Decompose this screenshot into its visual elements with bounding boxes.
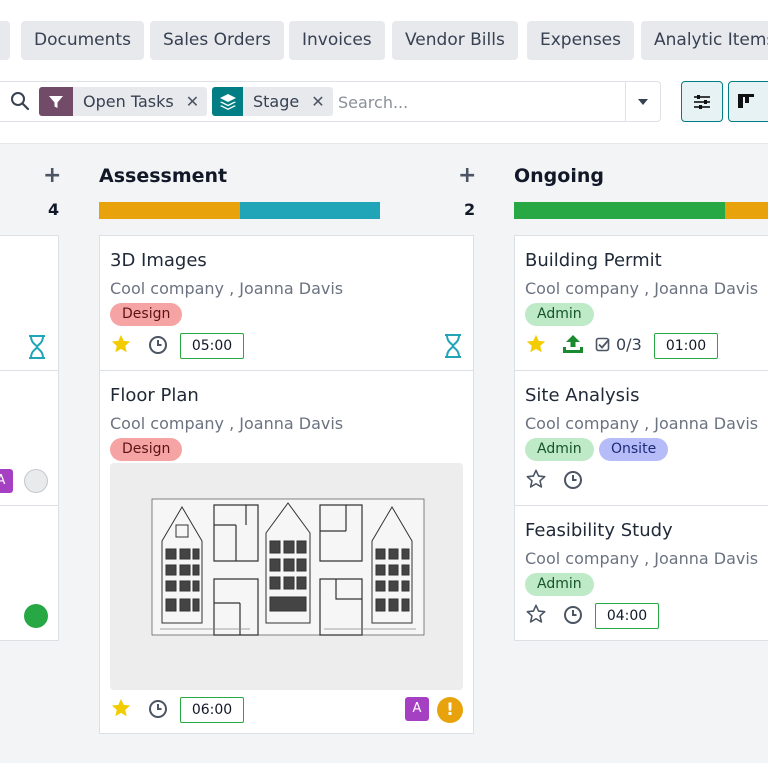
documents-button[interactable]: Documents	[21, 21, 144, 60]
card-title: Feasibility Study	[525, 520, 673, 541]
search-icon[interactable]	[10, 91, 30, 111]
tag-design: Design	[110, 303, 183, 326]
hourglass-icon[interactable]	[26, 334, 48, 360]
avatar[interactable]: A	[0, 469, 13, 493]
caret-down-icon	[638, 98, 648, 105]
column-count: 4	[48, 200, 60, 219]
kanban-icon	[738, 93, 754, 108]
card-title: 3D Images	[110, 250, 207, 271]
star-outline-icon[interactable]	[525, 603, 547, 625]
kanban-view-button[interactable]	[728, 81, 768, 122]
card-title: Building Permit	[525, 250, 662, 271]
clock-icon[interactable]	[563, 605, 583, 625]
layers-icon	[212, 87, 243, 116]
star-icon[interactable]	[110, 697, 132, 719]
tag-admin: Admin	[525, 573, 594, 596]
priority-warning-icon[interactable]: !	[437, 697, 463, 723]
clock-icon[interactable]	[148, 699, 168, 719]
checkbox-icon	[595, 337, 610, 352]
filter-icon	[39, 87, 73, 116]
sliders-icon	[694, 94, 710, 109]
nav-button-partial[interactable]	[0, 21, 10, 60]
time-badge: 06:00	[180, 697, 244, 723]
settings-toggle-button[interactable]	[681, 81, 723, 122]
kanban-card[interactable]	[0, 235, 59, 371]
card-subtitle: Cool company , Joanna Davis	[110, 414, 344, 433]
star-icon[interactable]	[525, 333, 547, 355]
sales-orders-button[interactable]: Sales Orders	[150, 21, 284, 60]
subtask-count[interactable]: 0/3	[616, 335, 642, 354]
kanban-card[interactable]: A	[0, 370, 59, 506]
tag-admin: Admin	[525, 438, 594, 461]
card-subtitle: Cool company , Joanna Davis	[525, 279, 759, 298]
status-dot[interactable]	[24, 604, 48, 628]
facet-label: Stage	[253, 92, 300, 111]
invoices-button[interactable]: Invoices	[289, 21, 385, 60]
progress-segment[interactable]	[99, 202, 240, 219]
progress-segment[interactable]	[240, 202, 380, 219]
clock-icon[interactable]	[148, 335, 168, 355]
close-icon[interactable]: ✕	[311, 87, 324, 116]
card-subtitle: Cool company , Joanna Davis	[525, 414, 759, 433]
search-input[interactable]	[338, 88, 618, 116]
facet-label: Open Tasks	[83, 92, 174, 111]
hourglass-icon[interactable]	[442, 333, 464, 359]
facet-stage[interactable]: Stage ✕	[212, 87, 333, 116]
analytic-items-button[interactable]: Analytic Items	[641, 21, 768, 60]
add-card-button[interactable]: +	[458, 163, 476, 188]
card-subtitle: Cool company , Joanna Davis	[525, 549, 759, 568]
tag-onsite: Onsite	[599, 438, 669, 461]
time-badge: 04:00	[595, 603, 659, 629]
tag-design: Design	[110, 438, 183, 461]
expenses-button[interactable]: Expenses	[527, 21, 634, 60]
close-icon[interactable]: ✕	[186, 87, 199, 116]
facet-open-tasks[interactable]: Open Tasks ✕	[39, 87, 208, 116]
kanban-card[interactable]: 3D Images Cool company , Joanna Davis De…	[99, 235, 474, 371]
progress-segment[interactable]	[725, 202, 768, 219]
vendor-bills-button[interactable]: Vendor Bills	[392, 21, 518, 60]
kanban-card[interactable]: Site Analysis Cool company , Joanna Davi…	[514, 370, 768, 506]
clock-icon[interactable]	[563, 470, 583, 490]
time-badge: 05:00	[180, 333, 244, 359]
column-title[interactable]: Assessment	[99, 165, 227, 187]
kanban-card[interactable]: Building Permit Cool company , Joanna Da…	[514, 235, 768, 371]
progress-segment[interactable]	[514, 202, 725, 219]
search-dropdown-toggle[interactable]	[625, 82, 660, 121]
kanban-card[interactable]: Feasibility Study Cool company , Joanna …	[514, 505, 768, 641]
kanban-card[interactable]	[0, 505, 59, 641]
star-outline-icon[interactable]	[525, 468, 547, 490]
card-subtitle: Cool company , Joanna Davis	[110, 279, 344, 298]
avatar[interactable]: A	[405, 697, 429, 721]
star-icon[interactable]	[110, 333, 132, 355]
top-button-bar: Documents Sales Orders Invoices Vendor B…	[0, 0, 768, 80]
status-dot[interactable]	[24, 469, 48, 493]
tag-admin: Admin	[525, 303, 594, 326]
upload-icon[interactable]	[561, 333, 585, 355]
floor-plan-image[interactable]	[110, 463, 463, 690]
add-card-button[interactable]: +	[43, 163, 61, 188]
time-badge: 01:00	[654, 333, 718, 359]
column-count: 2	[464, 200, 476, 219]
column-title[interactable]: Ongoing	[514, 165, 604, 187]
card-title: Floor Plan	[110, 385, 199, 406]
card-title: Site Analysis	[525, 385, 640, 406]
